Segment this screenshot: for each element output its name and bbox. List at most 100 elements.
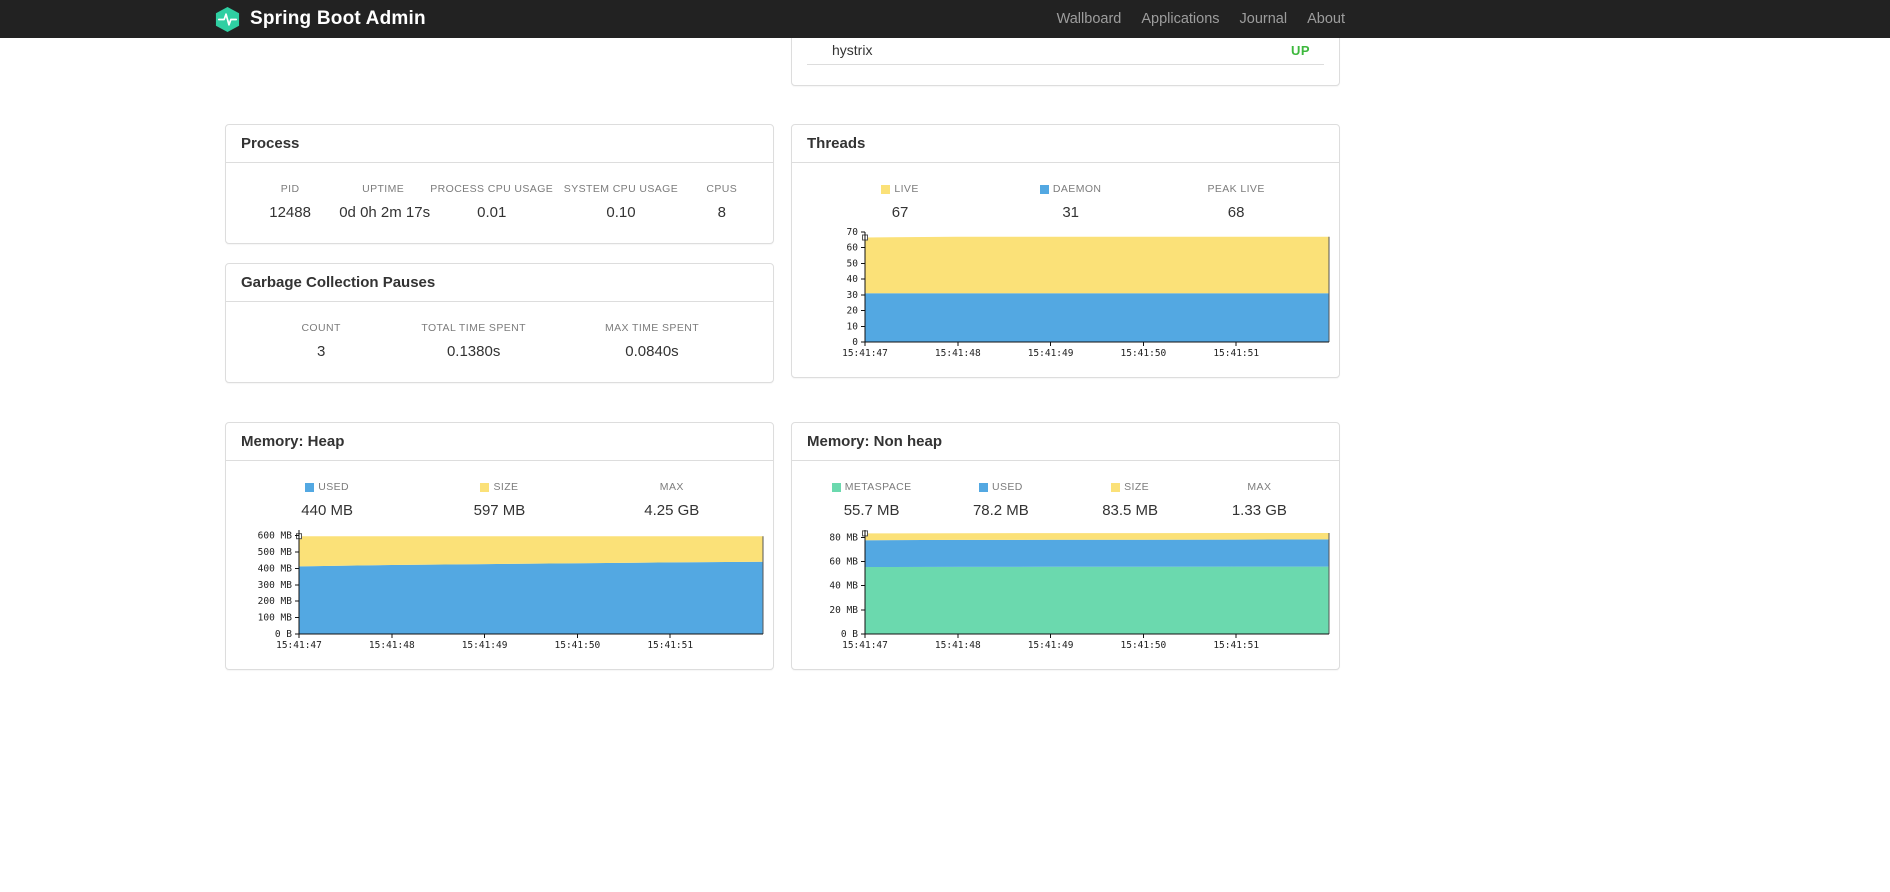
metric-label: SIZE <box>413 481 585 493</box>
metric-label: LIVE <box>807 183 993 195</box>
navbar-container: Spring Boot Admin Wallboard Applications… <box>208 0 1355 38</box>
nonheap-chart: 0 B 20 MB 40 MB 60 MB 80 MB 15:41:47 15:41:48 1… <box>829 530 1330 651</box>
size-swatch-icon <box>480 482 490 492</box>
svg-text:60 MB: 60 MB <box>829 556 858 567</box>
nonheap-legend: METASPACE 55.7 MB USED 78.2 MB SIZE 83.5… <box>807 481 1324 519</box>
navbar: Spring Boot Admin Wallboard Applications… <box>0 0 1890 38</box>
svg-text:40 MB: 40 MB <box>829 581 858 592</box>
brand[interactable]: Spring Boot Admin <box>208 6 426 33</box>
legend-item-used: USED 78.2 MB <box>936 481 1065 519</box>
nav-item-journal[interactable]: Journal <box>1230 0 1298 38</box>
brand-title: Spring Boot Admin <box>250 8 426 29</box>
col-left: Process PID 12488 UPTIME 0d 0h 2m 17s PR… <box>225 124 774 402</box>
svg-text:15:41:47: 15:41:47 <box>842 348 888 359</box>
svg-text:15:41:47: 15:41:47 <box>842 640 888 651</box>
nonheap-chart-container: 0 B 20 MB 40 MB 60 MB 80 MB 15:41:47 15:41:48 1… <box>807 519 1330 653</box>
threads-legend: LIVE 67 DAEMON 31 PEAK LIVE 68 <box>807 183 1324 221</box>
panel-title: Threads <box>792 125 1339 163</box>
svg-text:15:41:48: 15:41:48 <box>369 640 415 651</box>
col-left-mem: Memory: Heap USED 440 MB SIZE 597 MB MAX… <box>225 422 774 689</box>
gc-panel: Garbage Collection Pauses COUNT 3 TOTAL … <box>225 263 774 383</box>
main-content: hystrix UP Process PID 12488 UPTIME 0d 0… <box>225 0 1340 689</box>
svg-text:15:41:50: 15:41:50 <box>555 640 601 651</box>
svg-text:15:41:50: 15:41:50 <box>1121 640 1167 651</box>
svg-text:600 MB: 600 MB <box>258 531 293 542</box>
application-row[interactable]: hystrix UP <box>807 36 1324 65</box>
svg-text:15:41:49: 15:41:49 <box>1028 348 1074 359</box>
metric-gc-max-time: MAX TIME SPENT 0.0840s <box>546 322 758 360</box>
svg-text:15:41:48: 15:41:48 <box>935 348 981 359</box>
nav-item-wallboard[interactable]: Wallboard <box>1047 0 1132 38</box>
svg-text:200 MB: 200 MB <box>258 596 293 607</box>
svg-text:15:41:49: 15:41:49 <box>1028 640 1074 651</box>
col-right-top: hystrix UP <box>791 0 1340 86</box>
metric-label: MAX <box>1247 481 1272 493</box>
metric-value: 0.01 <box>477 204 507 221</box>
svg-text:15:41:51: 15:41:51 <box>1213 348 1259 359</box>
used-swatch-icon <box>305 482 315 492</box>
daemon-swatch-icon <box>1039 184 1049 194</box>
metric-value: 67 <box>891 204 909 221</box>
metric-value: 55.7 MB <box>843 502 900 519</box>
row-memory: Memory: Heap USED 440 MB SIZE 597 MB MAX… <box>225 422 1340 689</box>
memory-nonheap-panel: Memory: Non heap METASPACE 55.7 MB USED … <box>791 422 1340 670</box>
svg-text:50: 50 <box>847 258 859 269</box>
metric-value: 0.1380s <box>446 343 501 360</box>
col-left-empty <box>225 38 774 86</box>
svg-text:400 MB: 400 MB <box>258 564 293 575</box>
metric-value: 597 MB <box>473 502 526 519</box>
legend-item-size: SIZE 597 MB <box>413 481 585 519</box>
legend-item-peak-live: PEAK LIVE 68 <box>1148 183 1324 221</box>
metric-label: COUNT <box>301 322 341 334</box>
svg-text:15:41:50: 15:41:50 <box>1121 348 1167 359</box>
metric-value: 8 <box>717 204 726 221</box>
metric-label: MAX TIME SPENT <box>604 322 700 334</box>
metric-gc-count: COUNT 3 <box>241 322 401 360</box>
application-name[interactable]: hystrix <box>832 42 872 58</box>
metric-label: PEAK LIVE <box>1207 183 1265 195</box>
metric-value: 0.10 <box>606 204 636 221</box>
metric-value: 3 <box>316 343 326 360</box>
svg-text:80 MB: 80 MB <box>829 532 858 543</box>
svg-text:100 MB: 100 MB <box>258 613 293 624</box>
spring-boot-admin-logo-icon <box>215 6 240 32</box>
panel-title: Memory: Heap <box>226 423 773 461</box>
gc-metrics: COUNT 3 TOTAL TIME SPENT 0.1380s MAX TIM… <box>226 302 773 382</box>
metric-label: PROCESS CPU USAGE <box>430 183 554 195</box>
legend-item-max: MAX 4.25 GB <box>586 481 758 519</box>
metric-label: UPTIME <box>362 183 405 195</box>
metric-uptime: UPTIME 0d 0h 2m 17s <box>339 183 431 221</box>
svg-text:15:41:47: 15:41:47 <box>276 640 322 651</box>
svg-text:15:41:48: 15:41:48 <box>935 640 981 651</box>
svg-text:0 B: 0 B <box>841 629 858 640</box>
metric-process-cpu: PROCESS CPU USAGE 0.01 <box>427 183 556 221</box>
metric-label: USED <box>241 481 413 493</box>
svg-text:15:41:51: 15:41:51 <box>647 640 693 651</box>
nav-item-applications[interactable]: Applications <box>1131 0 1229 38</box>
metric-label: SIZE <box>1066 481 1195 493</box>
svg-text:10: 10 <box>847 321 859 332</box>
svg-text:300 MB: 300 MB <box>258 580 293 591</box>
size-swatch-icon <box>1111 482 1121 492</box>
heap-legend: USED 440 MB SIZE 597 MB MAX 4.25 GB <box>241 481 758 519</box>
metric-label: METASPACE <box>807 481 936 493</box>
process-metrics: PID 12488 UPTIME 0d 0h 2m 17s PROCESS CP… <box>226 163 773 243</box>
metric-value: 0d 0h 2m 17s <box>339 204 431 221</box>
panel-title: Process <box>226 125 773 163</box>
svg-text:20 MB: 20 MB <box>829 605 858 616</box>
metric-label: SYSTEM CPU USAGE <box>563 183 679 195</box>
metric-value: 1.33 GB <box>1231 502 1287 519</box>
metric-value: 83.5 MB <box>1102 502 1159 519</box>
metric-value: 4.25 GB <box>644 502 700 519</box>
metric-value: 31 <box>1062 204 1079 221</box>
svg-text:60: 60 <box>847 243 859 254</box>
svg-text:20: 20 <box>847 306 859 317</box>
legend-item-used: USED 440 MB <box>241 481 413 519</box>
nav-item-about[interactable]: About <box>1297 0 1355 38</box>
legend-item-max: MAX 1.33 GB <box>1195 481 1324 519</box>
legend-item-metaspace: METASPACE 55.7 MB <box>807 481 936 519</box>
col-right-mem: Memory: Non heap METASPACE 55.7 MB USED … <box>791 422 1340 689</box>
svg-text:0 B: 0 B <box>275 629 292 640</box>
legend-item-daemon: DAEMON 31 <box>993 183 1148 221</box>
threads-chart: 0 10 20 30 40 50 60 70 15:41:47 15:41:48 15:41:49 1… <box>842 227 1330 359</box>
